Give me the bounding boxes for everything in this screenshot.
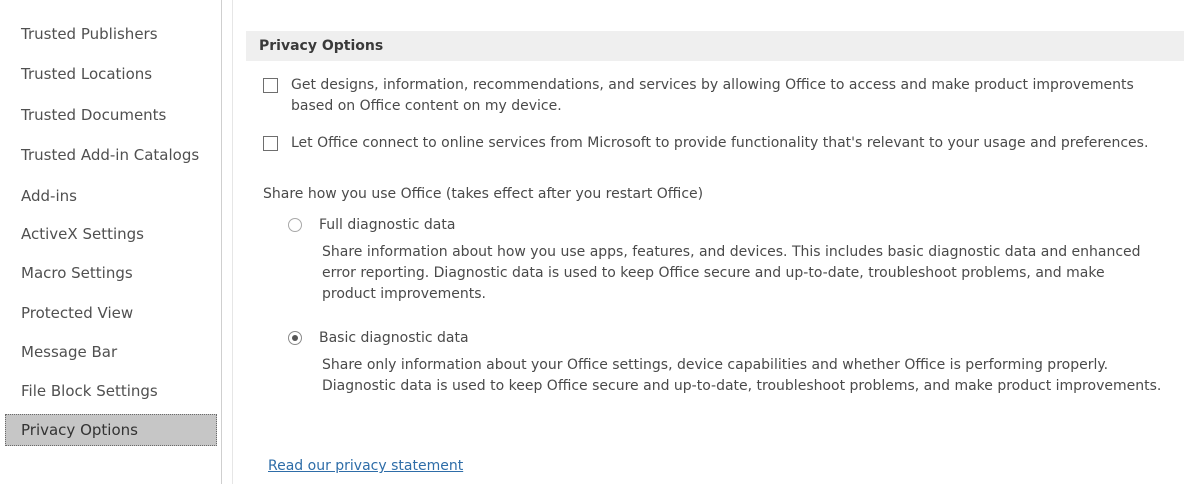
content-access-checkbox[interactable] (263, 78, 278, 93)
sidebar-item-trusted-documents[interactable]: Trusted Documents (5, 99, 217, 131)
sidebar-item-activex-settings[interactable]: ActiveX Settings (5, 218, 217, 250)
full-diagnostic-radio[interactable] (288, 218, 302, 232)
online-services-checkbox[interactable] (263, 136, 278, 151)
sidebar-item-protected-view[interactable]: Protected View (5, 297, 217, 329)
share-usage-label: Share how you use Office (takes effect a… (263, 186, 704, 202)
privacy-options-panel: Privacy Options Get designs, information… (232, 0, 1184, 484)
basic-diagnostic-description: Share only information about your Office… (322, 357, 1162, 394)
privacy-statement-link[interactable]: Read our privacy statement (268, 456, 463, 477)
content-access-label[interactable]: Get designs, information, recommendation… (291, 75, 1161, 117)
trust-center-sidebar: Trusted Publishers Trusted Locations Tru… (0, 0, 222, 484)
sidebar-item-privacy-options[interactable]: Privacy Options (5, 414, 217, 446)
section-title: Privacy Options (246, 31, 1184, 61)
full-diagnostic-label[interactable]: Full diagnostic data (319, 215, 455, 236)
sidebar-item-trusted-locations[interactable]: Trusted Locations (5, 58, 217, 90)
basic-diagnostic-radio[interactable] (288, 331, 302, 345)
radio-selected-dot (292, 335, 298, 341)
sidebar-item-trusted-publishers[interactable]: Trusted Publishers (5, 18, 217, 50)
basic-diagnostic-label[interactable]: Basic diagnostic data (319, 328, 469, 349)
sidebar-item-trusted-add-in-catalogs[interactable]: Trusted Add-in Catalogs (5, 139, 217, 171)
sidebar-item-add-ins[interactable]: Add-ins (5, 180, 217, 212)
sidebar-item-file-block-settings[interactable]: File Block Settings (5, 375, 217, 407)
sidebar-item-macro-settings[interactable]: Macro Settings (5, 257, 217, 289)
full-diagnostic-description: Share information about how you use apps… (322, 244, 1141, 302)
online-services-label[interactable]: Let Office connect to online services fr… (291, 133, 1161, 154)
sidebar-item-message-bar[interactable]: Message Bar (5, 336, 217, 368)
